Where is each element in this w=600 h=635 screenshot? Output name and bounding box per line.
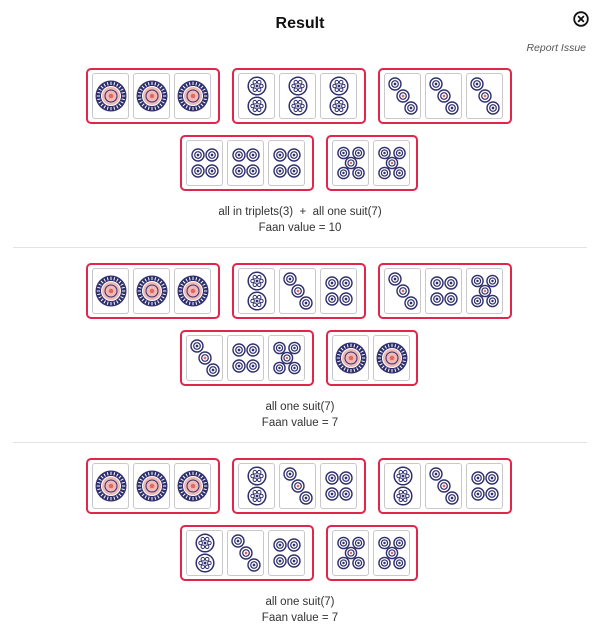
mahjong-tile-three-circles-diagonal — [384, 268, 421, 314]
mahjong-tile-one-circle — [332, 335, 369, 381]
mahjong-tile-four-circles — [268, 530, 305, 576]
mahjong-tile-four-circles — [186, 140, 223, 186]
tile-meld — [180, 135, 314, 191]
section-divider — [13, 247, 587, 248]
mahjong-tile-three-circles-diagonal — [466, 73, 503, 119]
faan-value-text: Faan value = 10 — [258, 222, 342, 234]
section-divider — [13, 442, 587, 443]
mahjong-tile-two-circles — [238, 268, 275, 314]
mahjong-tile-one-circle — [133, 463, 170, 509]
mahjong-tile-four-circles — [425, 268, 462, 314]
mahjong-tile-two-circles — [186, 530, 223, 576]
faan-value-text: Faan value = 7 — [261, 612, 339, 624]
mahjong-tile-five-circles — [268, 335, 305, 381]
tile-meld — [232, 263, 366, 319]
mahjong-tile-one-circle — [174, 463, 211, 509]
mahjong-tile-two-circles — [238, 463, 275, 509]
tile-meld — [326, 525, 418, 581]
tile-meld — [232, 68, 366, 124]
mahjong-tile-five-circles — [332, 140, 369, 186]
tile-meld — [326, 135, 418, 191]
mahjong-tile-four-circles — [268, 140, 305, 186]
mahjong-tile-three-circles-diagonal — [384, 73, 421, 119]
mahjong-tile-one-circle — [92, 463, 129, 509]
tile-meld — [86, 458, 220, 514]
mahjong-tile-five-circles — [466, 268, 503, 314]
mahjong-tile-one-circle — [92, 73, 129, 119]
mahjong-tile-four-circles — [466, 463, 503, 509]
mahjong-tile-three-circles-diagonal — [425, 463, 462, 509]
mahjong-tile-five-circles — [373, 140, 410, 186]
mahjong-tile-one-circle — [133, 268, 170, 314]
mahjong-tile-five-circles — [332, 530, 369, 576]
mahjong-tile-one-circle — [133, 73, 170, 119]
pattern-text: all one suit(7) — [265, 596, 335, 608]
tile-meld — [232, 458, 366, 514]
mahjong-tile-three-circles-diagonal — [279, 268, 316, 314]
mahjong-tile-three-circles-diagonal — [425, 73, 462, 119]
close-icon[interactable] — [573, 11, 589, 27]
mahjong-tile-one-circle — [373, 335, 410, 381]
tile-meld — [378, 458, 512, 514]
mahjong-tile-three-circles-diagonal — [186, 335, 223, 381]
mahjong-tile-two-circles — [320, 73, 357, 119]
pattern-text: all in triplets(3) + all one suit(7) — [218, 206, 382, 218]
mahjong-tile-five-circles — [373, 530, 410, 576]
faan-value-text: Faan value = 7 — [261, 417, 339, 429]
tile-meld — [180, 330, 314, 386]
mahjong-tile-one-circle — [174, 73, 211, 119]
mahjong-tile-two-circles — [238, 73, 275, 119]
tile-meld — [86, 68, 220, 124]
mahjong-tile-four-circles — [227, 335, 264, 381]
mahjong-tile-one-circle — [92, 268, 129, 314]
mahjong-tile-three-circles-diagonal — [227, 530, 264, 576]
tile-meld — [180, 525, 314, 581]
tile-meld — [378, 68, 512, 124]
tile-meld — [86, 263, 220, 319]
mahjong-tile-one-circle — [174, 268, 211, 314]
mahjong-tile-three-circles-diagonal — [279, 463, 316, 509]
report-issue-link[interactable]: Report Issue — [526, 42, 586, 54]
tile-meld — [326, 330, 418, 386]
mahjong-tile-four-circles — [320, 463, 357, 509]
mahjong-tile-four-circles — [320, 268, 357, 314]
pattern-text: all one suit(7) — [265, 401, 335, 413]
tile-meld — [378, 263, 512, 319]
mahjong-tile-two-circles — [279, 73, 316, 119]
result-title: Result — [275, 15, 325, 32]
mahjong-tile-two-circles — [384, 463, 421, 509]
mahjong-tile-four-circles — [227, 140, 264, 186]
